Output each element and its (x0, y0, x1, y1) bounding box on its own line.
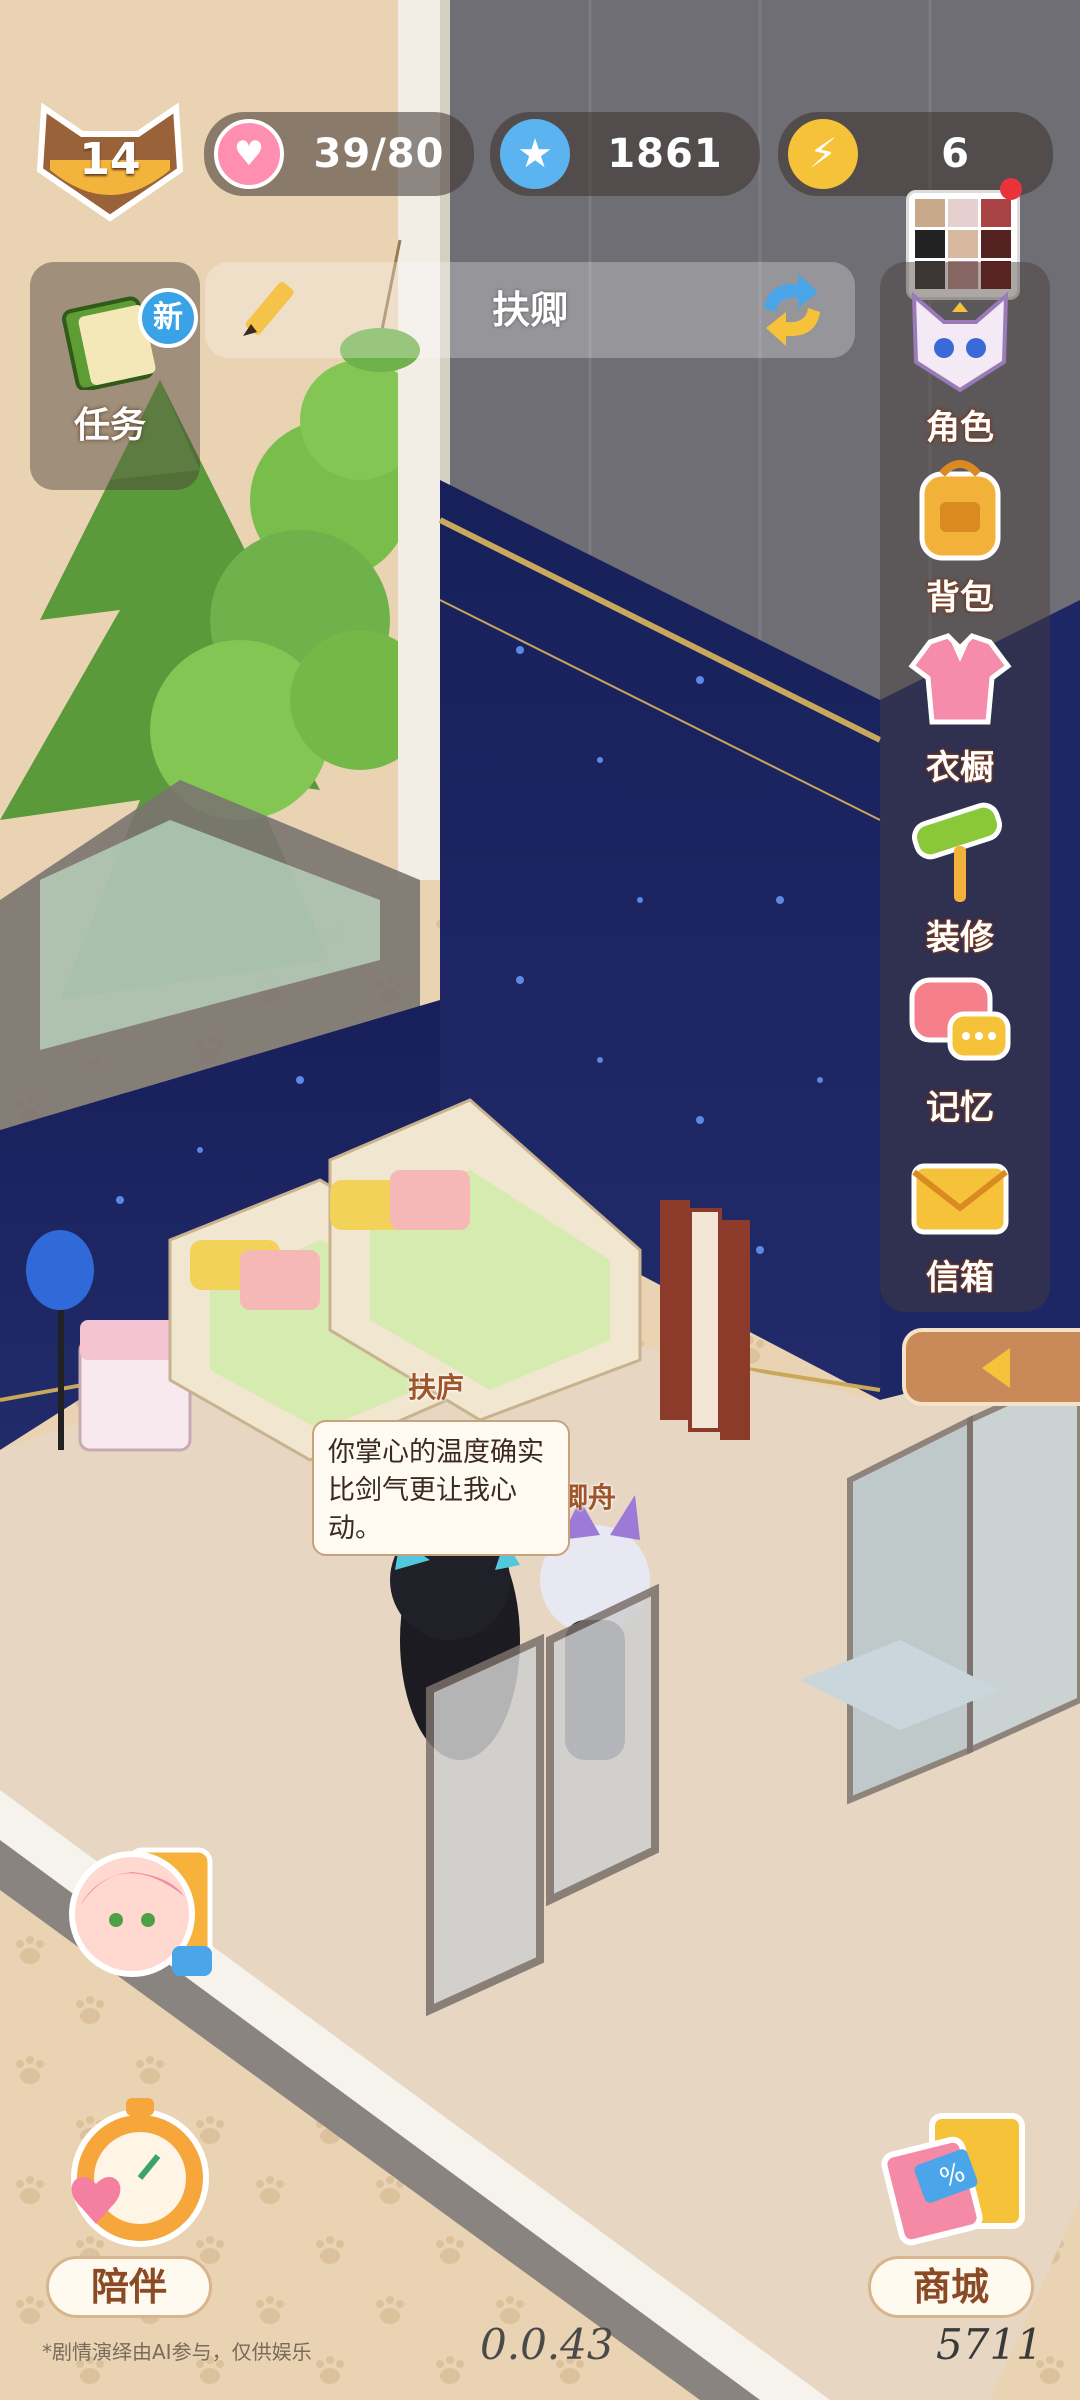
side-item-mailbox[interactable]: 信箱 (880, 1132, 1040, 1299)
heart-icon: ♥ (214, 119, 284, 189)
ai-disclaimer: *剧情演绎由AI参与，仅供娱乐 (42, 2340, 312, 2364)
side-item-decorate[interactable]: 装修 (880, 792, 1040, 959)
side-label-wardrobe: 衣橱 (926, 748, 994, 788)
side-label-decorate: 装修 (926, 918, 994, 958)
collapse-panel-button[interactable] (902, 1328, 1080, 1406)
character-name-1: 扶庐 (408, 1371, 465, 1404)
side-item-backpack[interactable]: 背包 (880, 452, 1040, 619)
speech-bubble: 你掌心的温度确实比剑气更让我心动。 (312, 1420, 570, 1556)
shopping-bags-icon: % (881, 2113, 1025, 2246)
side-label-mailbox: 信箱 (926, 1258, 994, 1298)
arrow-left-icon (982, 1348, 1010, 1388)
shirt-icon (908, 633, 1012, 725)
shop-label: 商城 (868, 2256, 1034, 2318)
notification-dot (1000, 178, 1022, 200)
side-item-character[interactable]: 角色 (880, 282, 1040, 449)
side-item-wardrobe[interactable]: 衣橱 (880, 622, 1040, 789)
lightning-plus-icon: ⚡ (788, 119, 858, 189)
chat-bubble-icon (909, 977, 1011, 1061)
new-badge: 新 (138, 288, 198, 348)
switch-companion-button[interactable] (750, 272, 834, 348)
stars-counter[interactable]: ★ 1861 (490, 112, 760, 196)
user-id: 5711 (936, 2320, 1043, 2369)
stopwatch-heart-icon (71, 2098, 209, 2247)
hearts-value: 39/80 (313, 131, 445, 177)
character-card-button[interactable] (60, 1836, 220, 1996)
level-text: 14 (79, 134, 141, 185)
swap-arrows-icon (764, 274, 820, 346)
companion-label: 陪伴 (46, 2256, 212, 2318)
companion-button[interactable]: 陪伴 (40, 2086, 220, 2318)
task-label: 任务 (73, 405, 146, 446)
name-bar[interactable]: 扶卿 (205, 262, 855, 358)
shop-button[interactable]: % 商城 (862, 2086, 1042, 2318)
side-item-memory[interactable]: 记忆 (880, 962, 1040, 1129)
version-number: 0.0.43 (480, 2320, 614, 2369)
character-portrait-icon (69, 1847, 213, 1977)
backpack-icon (919, 460, 1001, 561)
star-plus-icon: ★ (500, 119, 570, 189)
stars-value: 1861 (607, 131, 723, 177)
energy-value: 6 (941, 131, 970, 177)
side-label-backpack: 背包 (926, 578, 994, 618)
cat-character-icon (911, 291, 1009, 393)
paint-roller-icon (911, 802, 1003, 902)
side-label-character: 角色 (926, 408, 994, 448)
side-menu: 角色 背包 衣橱 装修 记忆 信箱 (880, 262, 1050, 1312)
level-badge[interactable]: 14 (30, 100, 190, 222)
hearts-counter[interactable]: ♥ 39/80 (204, 112, 474, 196)
speech-text: 你掌心的温度确实比剑气更让我心动。 (328, 1437, 544, 1544)
mail-icon (911, 1163, 1009, 1235)
side-label-memory: 记忆 (926, 1088, 994, 1128)
